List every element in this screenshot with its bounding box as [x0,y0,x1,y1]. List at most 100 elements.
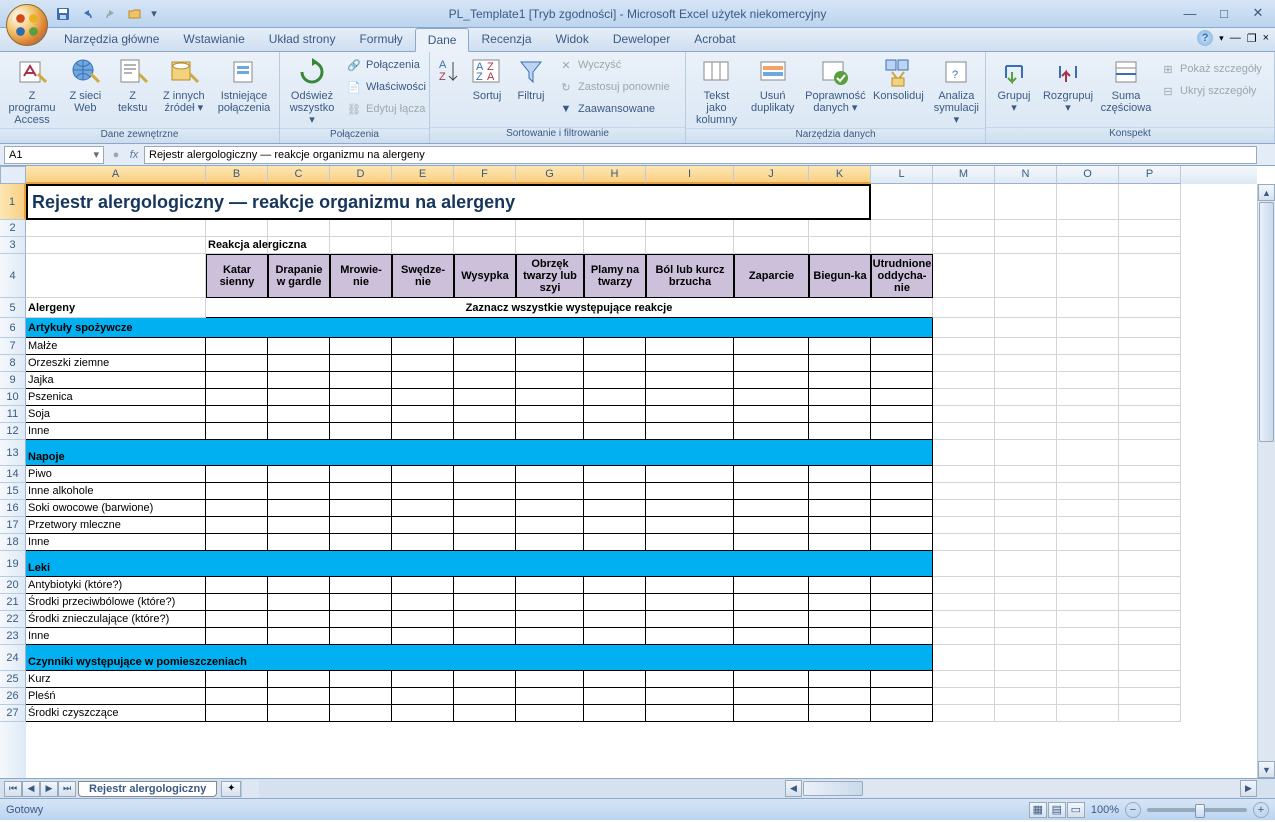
row-header[interactable]: 15 [0,483,26,500]
cell[interactable] [809,220,871,237]
cell[interactable] [933,594,995,611]
cell[interactable] [809,389,871,406]
ungroup-button[interactable]: Rozgrupuj ▾ [1040,54,1096,116]
cell[interactable] [1057,389,1119,406]
cell[interactable] [516,372,584,389]
cell[interactable] [330,355,392,372]
cell[interactable]: Kurz [26,671,206,688]
scroll-up-button[interactable]: ▲ [1258,184,1275,201]
cell[interactable] [646,406,734,423]
cell[interactable]: Mrowie-nie [330,254,392,298]
cell[interactable] [871,220,933,237]
cell[interactable]: Ból lub kurcz brzucha [646,254,734,298]
cell[interactable] [268,500,330,517]
cell[interactable] [933,184,995,220]
column-header[interactable]: C [268,166,330,184]
row-header[interactable]: 20 [0,577,26,594]
cell[interactable] [206,466,268,483]
column-header[interactable]: O [1057,166,1119,184]
cell[interactable] [995,406,1057,423]
mdi-minimize-icon[interactable]: — [1230,32,1241,44]
horizontal-scrollbar[interactable]: ◀ ▶ [785,780,1257,797]
cell[interactable] [1119,483,1181,500]
from-web-button[interactable]: Z sieci Web [62,54,109,116]
cell[interactable] [734,577,809,594]
cell[interactable] [871,338,933,355]
column-header[interactable]: I [646,166,734,184]
cell[interactable] [454,688,516,705]
connections-button[interactable]: 🔗Połączenia [342,54,430,76]
cell[interactable] [268,220,330,237]
office-button[interactable] [6,4,48,46]
cell[interactable] [809,577,871,594]
cell[interactable] [454,517,516,534]
cell[interactable] [933,355,995,372]
cell[interactable] [995,237,1057,254]
cell[interactable] [734,517,809,534]
cell[interactable] [392,500,454,517]
open-icon[interactable] [124,3,146,25]
new-sheet-icon[interactable]: ✦ [221,781,241,797]
cell[interactable]: Leki [26,551,933,577]
cell[interactable] [734,688,809,705]
cell[interactable] [809,517,871,534]
cell[interactable] [1119,220,1181,237]
row-header[interactable]: 25 [0,671,26,688]
cell[interactable]: Reakcja alergiczna [206,237,268,254]
cell[interactable]: Pleśń [26,688,206,705]
cell[interactable] [268,483,330,500]
cell[interactable] [584,577,646,594]
cell[interactable] [933,338,995,355]
cell[interactable] [330,237,392,254]
cell[interactable] [584,534,646,551]
cell[interactable] [646,500,734,517]
cell[interactable] [1119,338,1181,355]
zoom-slider[interactable] [1147,808,1247,812]
cell[interactable] [392,355,454,372]
cell[interactable]: Plamy na twarzy [584,254,646,298]
cell[interactable] [516,705,584,722]
cell[interactable] [1119,237,1181,254]
cell[interactable] [646,220,734,237]
help-icon[interactable]: ? [1197,30,1213,46]
cell[interactable] [734,355,809,372]
cell[interactable] [809,423,871,440]
row-headers[interactable]: 1234567891011121314151617181920212223242… [0,184,26,778]
cell[interactable] [516,611,584,628]
column-header[interactable]: B [206,166,268,184]
cell[interactable] [646,671,734,688]
cell[interactable] [454,483,516,500]
cell[interactable] [206,423,268,440]
cell[interactable] [871,517,933,534]
cell[interactable] [933,688,995,705]
cell[interactable] [26,254,206,298]
cell[interactable] [871,688,933,705]
refresh-all-button[interactable]: Odśwież wszystko ▾ [284,54,340,128]
row-header[interactable]: 22 [0,611,26,628]
cell[interactable] [516,517,584,534]
column-header[interactable]: J [734,166,809,184]
cell[interactable]: Swędze-nie [392,254,454,298]
cell[interactable] [995,577,1057,594]
cell[interactable] [933,423,995,440]
cell[interactable]: Czynniki występujące w pomieszczeniach [26,645,933,671]
row-header[interactable]: 26 [0,688,26,705]
cell[interactable] [206,406,268,423]
cell[interactable] [516,628,584,645]
cell[interactable] [933,318,995,338]
cell[interactable] [516,406,584,423]
maximize-button[interactable]: □ [1211,4,1237,22]
row-header[interactable]: 4 [0,254,26,298]
cell[interactable]: Inne [26,423,206,440]
cell[interactable] [871,628,933,645]
cell[interactable] [871,372,933,389]
cell[interactable] [330,594,392,611]
cell[interactable] [584,517,646,534]
cell[interactable] [646,534,734,551]
zoom-level[interactable]: 100% [1091,804,1119,816]
cell[interactable] [646,611,734,628]
row-header[interactable]: 11 [0,406,26,423]
cell[interactable] [454,389,516,406]
cell[interactable] [1057,594,1119,611]
cell[interactable]: Alergeny [26,298,206,318]
